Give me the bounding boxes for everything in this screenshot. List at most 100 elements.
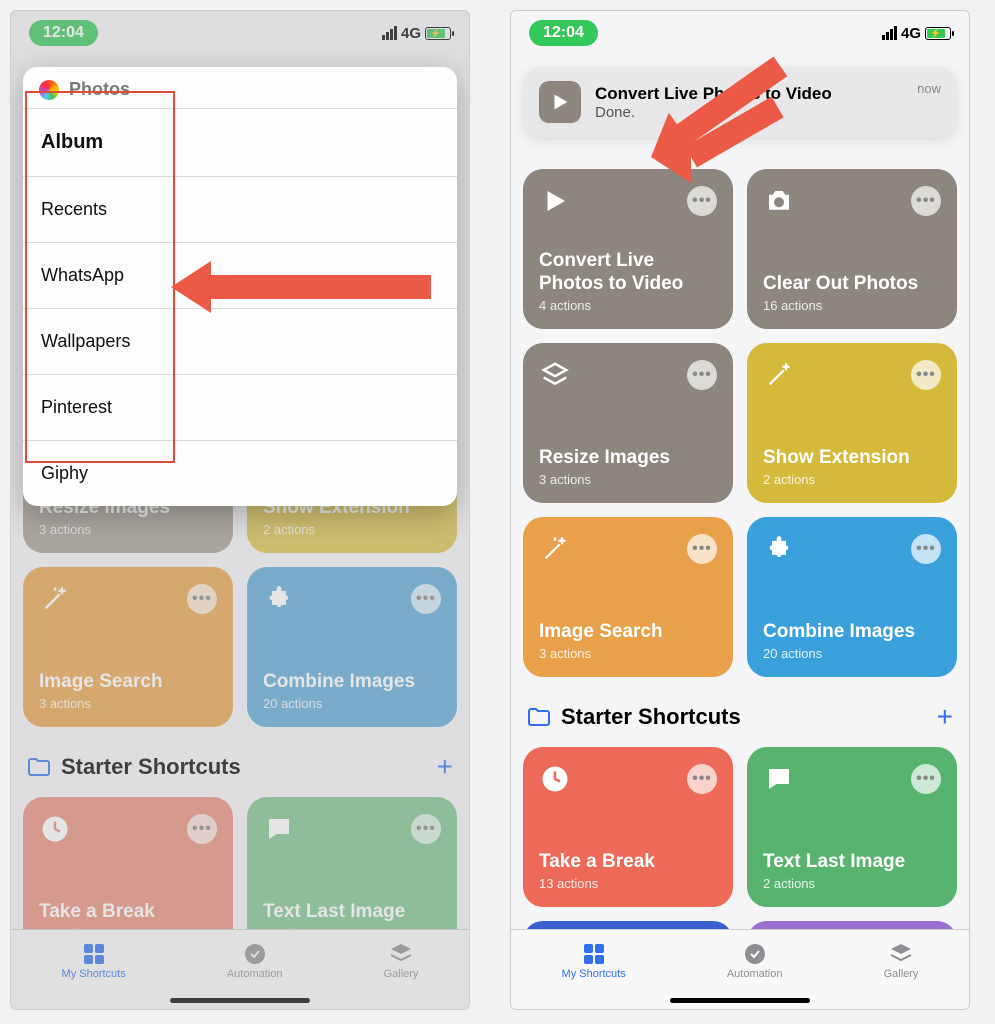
add-button[interactable]: + [937,701,953,733]
status-right: 4G ⚡ [382,25,451,42]
tile-music[interactable]: ••• [747,921,957,929]
play-icon [539,185,571,217]
play-icon [539,81,581,123]
tile-subtitle: 16 actions [763,298,941,313]
tile-title: Resize Images [539,447,717,470]
status-time: 12:04 [29,20,98,46]
tile-voice[interactable]: ••• [523,921,733,929]
tile-subtitle: 3 actions [539,472,717,487]
clock-check-icon [243,942,267,966]
sparkle-icon [763,359,795,391]
more-icon[interactable]: ••• [687,764,717,794]
tab-label: My Shortcuts [562,968,626,980]
tile-take-a-break[interactable]: ••• Take a Break 13 actions [23,797,233,929]
tab-automation[interactable]: Automation [227,942,283,980]
tile-subtitle: 13 actions [539,876,717,891]
tile-title: Convert Live Photos to Video [539,250,717,296]
more-icon[interactable]: ••• [187,814,217,844]
album-option-wallpapers[interactable]: Wallpapers [23,308,457,374]
tile-text-last-image[interactable]: ••• Text Last Image 2 actions [747,747,957,907]
tile-show-extension[interactable]: ••• Show Extension 2 actions [747,343,957,503]
more-icon[interactable]: ••• [687,186,717,216]
album-option-recents[interactable]: Recents [23,176,457,242]
more-icon[interactable]: ••• [911,360,941,390]
more-icon[interactable]: ••• [687,360,717,390]
tile-subtitle: 2 actions [263,926,441,929]
status-bar: 12:04 4G ⚡ [11,11,469,55]
album-option-pinterest[interactable]: Pinterest [23,374,457,440]
grid-icon [82,942,106,966]
wand-icon [539,533,571,565]
clock-check-icon [743,942,767,966]
network-label: 4G [401,25,421,42]
clock-icon [539,763,571,795]
more-icon[interactable]: ••• [911,764,941,794]
notification-title: Convert Live Photos to Video [595,84,903,104]
tile-title: Take a Break [539,851,717,874]
tile-convert-live-photos[interactable]: ••• Convert Live Photos to Video 4 actio… [523,169,733,329]
more-icon[interactable]: ••• [411,584,441,614]
tile-resize-images[interactable]: ••• Resize Images 3 actions [523,343,733,503]
tile-title: Take a Break [39,901,217,924]
status-time: 12:04 [529,20,598,46]
tile-title: Image Search [539,621,717,644]
tile-title: Clear Out Photos [763,273,941,296]
signal-icon [382,26,397,40]
puzzle-icon [263,583,295,615]
tile-image-search[interactable]: ••• Image Search 3 actions [23,567,233,727]
album-option-giphy[interactable]: Giphy [23,440,457,506]
more-icon[interactable]: ••• [187,584,217,614]
battery-icon: ⚡ [925,27,951,40]
chat-icon [263,813,295,845]
tab-my-shortcuts[interactable]: My Shortcuts [62,942,126,980]
picker-app-header: Photos [23,67,457,108]
notification-time: now [917,81,941,96]
tile-text-last-image[interactable]: ••• Text Last Image 2 actions [247,797,457,929]
home-indicator[interactable] [170,998,310,1003]
phone-right: 12:04 4G ⚡ ••• Convert Live Photos to Vi… [510,10,970,1010]
wand-icon [39,583,71,615]
more-icon[interactable]: ••• [911,534,941,564]
status-bar: 12:04 4G ⚡ [511,11,969,55]
tile-combine-images[interactable]: ••• Combine Images 20 actions [747,517,957,677]
add-button[interactable]: + [437,751,453,783]
section-header-starter: Starter Shortcuts + [27,751,453,783]
tile-clear-out-photos[interactable]: ••• Clear Out Photos 16 actions [747,169,957,329]
notification-banner[interactable]: Convert Live Photos to Video Done. now [523,67,957,137]
tile-subtitle: 4 actions [539,298,717,313]
tab-my-shortcuts[interactable]: My Shortcuts [562,942,626,980]
phone-left: 12:04 4G ⚡ Resize Images 3 actions Show … [10,10,470,1010]
status-right: 4G ⚡ [882,25,951,42]
tile-title: Combine Images [763,621,941,644]
tile-subtitle: 2 actions [763,876,941,891]
tile-combine-images[interactable]: ••• Combine Images 20 actions [247,567,457,727]
folder-icon [527,707,551,727]
tile-image-search[interactable]: ••• Image Search 3 actions [523,517,733,677]
picker-app-label: Photos [69,79,130,100]
album-option-whatsapp[interactable]: WhatsApp [23,242,457,308]
tab-label: Gallery [384,968,419,980]
tab-gallery[interactable]: Gallery [384,942,419,980]
stack-icon [889,942,913,966]
tab-gallery[interactable]: Gallery [884,942,919,980]
home-indicator[interactable] [670,998,810,1003]
tab-automation[interactable]: Automation [727,942,783,980]
stack-icon [389,942,413,966]
more-icon[interactable]: ••• [687,534,717,564]
picker-heading-album: Album [23,108,457,176]
more-icon[interactable]: ••• [411,814,441,844]
album-picker: Photos Album Recents WhatsApp Wallpapers… [23,67,457,506]
tab-label: Gallery [884,968,919,980]
tile-subtitle: 3 actions [539,646,717,661]
tile-subtitle: 2 actions [263,522,441,537]
tile-subtitle: 20 actions [763,646,941,661]
content-area: ••• Convert Live Photos to Video 4 actio… [511,55,969,929]
section-title: Starter Shortcuts [561,704,741,730]
tab-label: Automation [727,968,783,980]
network-label: 4G [901,25,921,42]
more-icon[interactable]: ••• [911,186,941,216]
tile-title: Combine Images [263,671,441,694]
tile-take-a-break[interactable]: ••• Take a Break 13 actions [523,747,733,907]
notification-subtitle: Done. [595,104,903,121]
tab-bar: My Shortcuts Automation Gallery [511,929,969,1009]
